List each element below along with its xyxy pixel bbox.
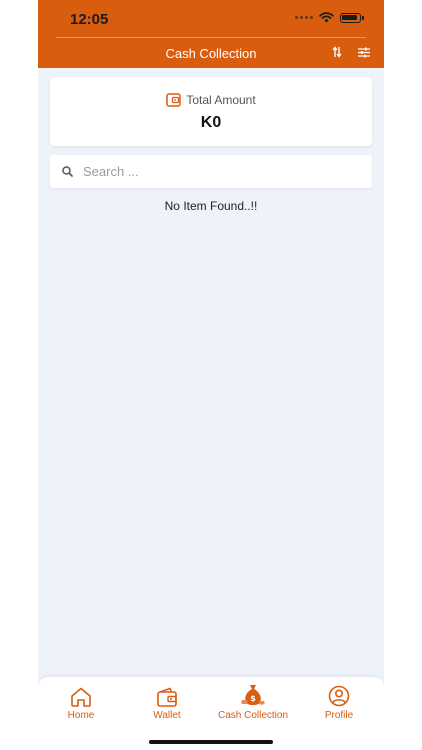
sort-icon[interactable] [332, 46, 342, 58]
app-header: 12:05 Cash Collection [38, 0, 384, 68]
search-bar[interactable] [50, 155, 372, 188]
status-time: 12:05 [70, 11, 109, 28]
profile-icon [328, 685, 350, 707]
wallet-icon [166, 93, 182, 107]
empty-state-message: No Item Found..!! [164, 199, 258, 213]
tab-cash-collection[interactable]: $ Cash Collection [210, 683, 296, 721]
header-actions [332, 46, 370, 58]
total-amount-card: Total Amount K0 [50, 77, 372, 146]
tab-wallet[interactable]: Wallet [124, 683, 210, 721]
tab-home-label: Home [67, 710, 95, 721]
home-indicator [149, 740, 273, 744]
app-screen: 12:05 Cash Collection Total Amount K0 Se… [38, 0, 384, 750]
home-icon [71, 687, 91, 707]
battery-icon [340, 12, 361, 23]
filter-icon[interactable] [358, 47, 370, 58]
wifi-icon [319, 12, 334, 23]
tab-wallet-label: Wallet [153, 710, 181, 721]
total-amount-label: Total Amount [186, 93, 256, 107]
tab-profile[interactable]: Profile [296, 683, 382, 721]
svg-text:$: $ [250, 694, 256, 703]
tab-home[interactable]: Home [38, 683, 124, 721]
total-amount-value: K0 [200, 114, 222, 131]
status-icons [295, 12, 364, 23]
wallet-icon [157, 687, 177, 707]
signal-icon [295, 16, 313, 19]
status-bar: 12:05 [56, 0, 366, 38]
search-icon [62, 166, 73, 177]
tab-cash-collection-label: Cash Collection [217, 710, 289, 721]
money-bag-icon: $ [241, 685, 265, 705]
search-input[interactable] [83, 164, 372, 179]
tab-profile-label: Profile [324, 710, 354, 721]
